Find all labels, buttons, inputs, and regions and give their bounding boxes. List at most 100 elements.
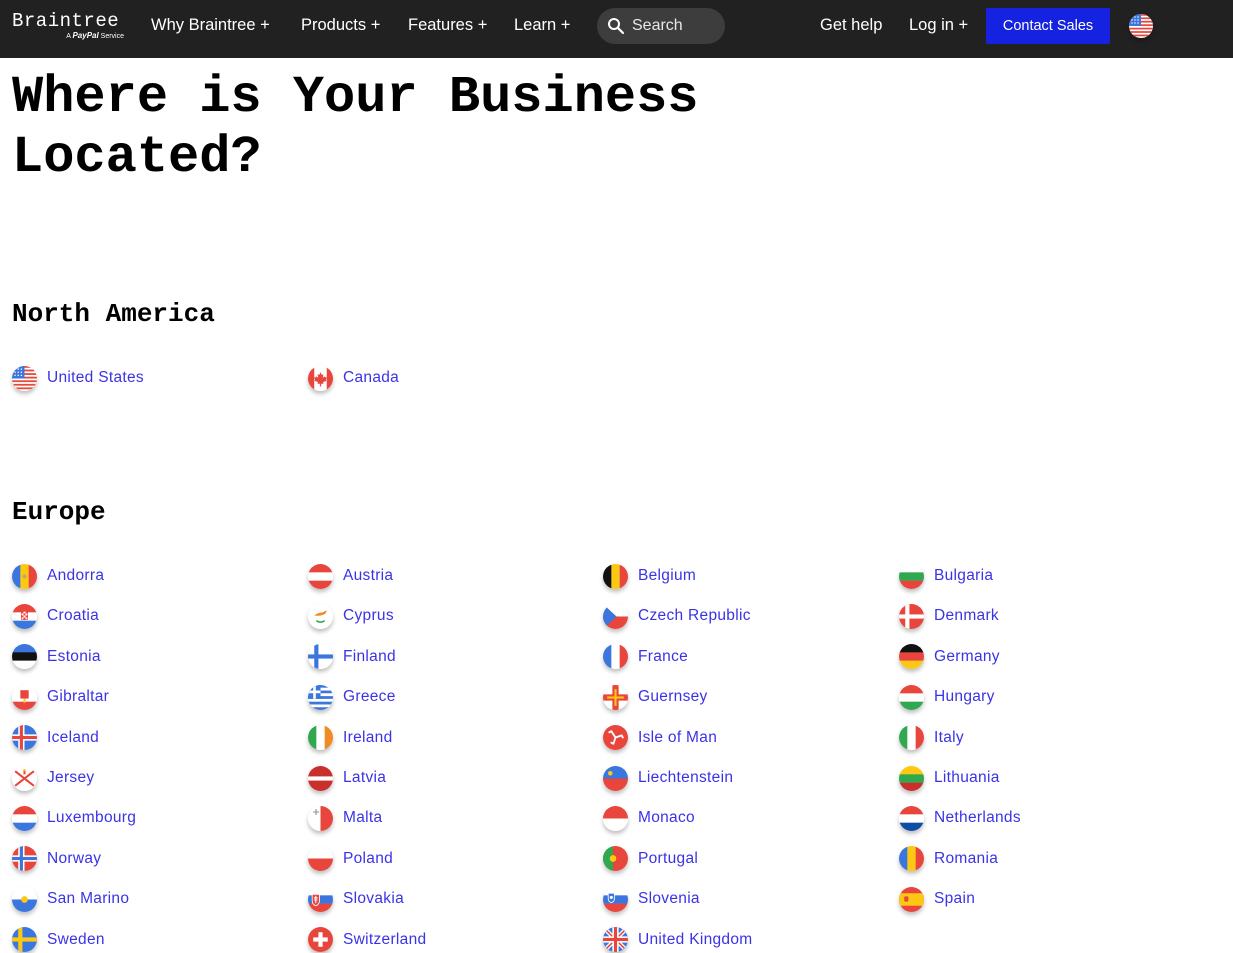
dk-flag-icon (899, 603, 924, 629)
nav-learn[interactable]: Learn + (514, 0, 570, 50)
pt-flag-icon (603, 846, 628, 872)
country-link-je[interactable]: Jersey (12, 764, 94, 792)
logo-tagline-brand: PayPal (72, 31, 99, 40)
country-name: Estonia (47, 647, 101, 665)
sk-flag-icon (308, 886, 333, 912)
page-title: Where is Your Business Located? (12, 68, 699, 187)
country-link-fi[interactable]: Finland (308, 643, 396, 671)
country-link-no[interactable]: Norway (12, 845, 101, 873)
hr-flag-icon (12, 603, 37, 629)
country-name: Germany (934, 647, 1000, 665)
login-menu[interactable]: Log in + (909, 0, 968, 50)
country-link-it[interactable]: Italy (899, 724, 964, 752)
country-link-ca[interactable]: Canada (308, 364, 399, 392)
country-link-de[interactable]: Germany (899, 643, 1000, 671)
country-link-pl[interactable]: Poland (308, 845, 393, 873)
country-name: Netherlands (934, 809, 1021, 827)
braintree-logo[interactable]: Braintree A PayPal Service (12, 10, 126, 42)
country-link-sm[interactable]: San Marino (12, 885, 129, 913)
country-link-cz[interactable]: Czech Republic (603, 602, 751, 630)
country-link-fr[interactable]: France (603, 643, 688, 671)
country-name: Portugal (638, 849, 699, 867)
country-link-ee[interactable]: Estonia (12, 643, 101, 671)
top-nav: Braintree A PayPal Service Why Braintree… (0, 0, 1233, 58)
country-link-hu[interactable]: Hungary (899, 683, 995, 711)
country-link-be[interactable]: Belgium (603, 562, 696, 590)
lu-flag-icon (12, 805, 37, 831)
country-link-im[interactable]: Isle of Man (603, 724, 717, 752)
country-name: United States (47, 369, 144, 386)
get-help-link[interactable]: Get help (820, 0, 882, 50)
country-link-cy[interactable]: Cyprus (308, 602, 394, 630)
country-name: Croatia (47, 607, 100, 625)
fr-flag-icon (603, 644, 628, 670)
country-link-us[interactable]: United States (12, 364, 144, 392)
country-link-mt[interactable]: Malta (308, 804, 382, 832)
country-link-hr[interactable]: Croatia (12, 602, 99, 630)
country-link-gb[interactable]: United Kingdom (603, 926, 753, 953)
locale-selector[interactable] (1129, 14, 1153, 38)
country-link-li[interactable]: Liechtenstein (603, 764, 733, 792)
country-name: Romania (934, 849, 999, 867)
country-link-gg[interactable]: Guernsey (603, 683, 708, 711)
ca-flag-icon (308, 365, 333, 391)
country-link-lv[interactable]: Latvia (308, 764, 386, 792)
country-name: San Marino (47, 890, 130, 908)
country-name: Malta (343, 809, 383, 827)
country-link-bg[interactable]: Bulgaria (899, 562, 993, 590)
country-name: Ireland (343, 728, 393, 746)
country-name: Spain (934, 890, 976, 908)
country-link-lt[interactable]: Lithuania (899, 764, 1000, 792)
country-name: Switzerland (343, 930, 427, 948)
country-link-ch[interactable]: Switzerland (308, 926, 426, 953)
country-name: United Kingdom (638, 930, 753, 948)
pl-flag-icon (308, 846, 333, 872)
country-link-ro[interactable]: Romania (899, 845, 998, 873)
logo-tagline-prefix: A (66, 33, 71, 40)
country-link-gr[interactable]: Greece (308, 683, 396, 711)
country-name: Lithuania (934, 769, 1000, 786)
search-label: Search (632, 17, 683, 34)
country-link-mc[interactable]: Monaco (603, 804, 695, 832)
us-flag-icon (12, 365, 37, 391)
country-link-at[interactable]: Austria (308, 562, 393, 590)
region-title-north-america: North America (12, 299, 215, 329)
country-link-pt[interactable]: Portugal (603, 845, 698, 873)
gr-flag-icon (308, 684, 333, 710)
lv-flag-icon (308, 765, 333, 791)
li-flag-icon (603, 765, 628, 791)
gi-flag-icon (12, 684, 37, 710)
country-link-es[interactable]: Spain (899, 885, 975, 913)
country-link-ad[interactable]: Andorra (12, 562, 104, 590)
is-flag-icon (12, 725, 37, 751)
country-name: Luxembourg (47, 809, 137, 827)
de-flag-icon (899, 644, 924, 670)
country-link-lu[interactable]: Luxembourg (12, 804, 136, 832)
country-link-dk[interactable]: Denmark (899, 602, 999, 630)
country-link-gi[interactable]: Gibraltar (12, 683, 109, 711)
logo-tagline: A PayPal Service (66, 31, 124, 40)
country-link-se[interactable]: Sweden (12, 926, 105, 953)
cy-flag-icon (308, 603, 333, 629)
country-link-si[interactable]: Slovenia (603, 885, 700, 913)
country-link-nl[interactable]: Netherlands (899, 804, 1021, 832)
logo-wordmark: Braintree (12, 10, 120, 32)
search-button[interactable]: Search (597, 8, 725, 44)
nav-features[interactable]: Features + (408, 0, 487, 50)
be-flag-icon (603, 563, 628, 589)
country-link-ie[interactable]: Ireland (308, 724, 393, 752)
nav-products[interactable]: Products + (301, 0, 380, 50)
gg-flag-icon (603, 684, 628, 710)
ee-flag-icon (12, 644, 37, 670)
country-link-is[interactable]: Iceland (12, 724, 99, 752)
se-flag-icon (12, 927, 37, 953)
no-flag-icon (12, 846, 37, 872)
logo-tagline-suffix: Service (100, 33, 124, 40)
country-name: Gibraltar (47, 688, 110, 706)
country-name: Monaco (638, 809, 695, 827)
country-link-sk[interactable]: Slovakia (308, 885, 404, 913)
country-name: Slovakia (343, 890, 404, 908)
sm-flag-icon (12, 886, 37, 912)
contact-sales-button[interactable]: Contact Sales (986, 8, 1110, 44)
nav-why-braintree[interactable]: Why Braintree + (151, 0, 270, 50)
